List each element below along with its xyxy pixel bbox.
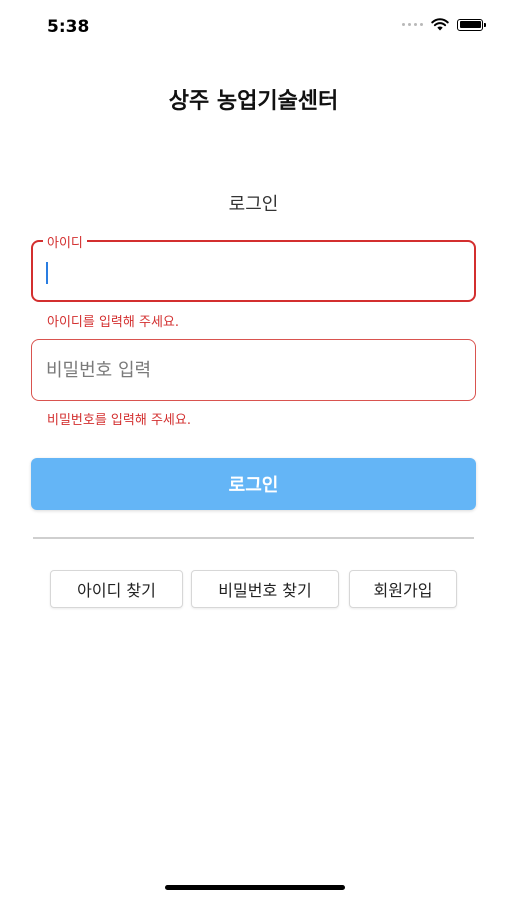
battery-icon <box>457 18 486 31</box>
find-password-button[interactable]: 비밀번호 찾기 <box>191 570 339 608</box>
find-id-button[interactable]: 아이디 찾기 <box>50 570 183 608</box>
app-title: 상주 농업기술센터 <box>168 89 339 114</box>
divider <box>33 537 474 539</box>
status-time: 5:38 <box>47 17 90 37</box>
signal-dots-icon <box>402 23 423 26</box>
status-icons <box>402 18 486 31</box>
text-cursor <box>46 262 48 284</box>
id-error-message: 아이디를 입력해 주세요. <box>47 315 179 330</box>
password-error-message: 비밀번호를 입력해 주세요. <box>47 413 191 428</box>
password-input[interactable] <box>32 340 475 400</box>
wifi-icon <box>431 18 449 31</box>
password-field[interactable] <box>31 339 476 401</box>
id-field[interactable]: 아이디 <box>31 232 476 302</box>
status-bar: 5:38 <box>0 0 507 50</box>
signup-button[interactable]: 회원가입 <box>349 570 457 608</box>
home-indicator[interactable] <box>165 885 345 890</box>
login-section-title: 로그인 <box>228 194 279 215</box>
login-button[interactable]: 로그인 <box>31 458 476 510</box>
id-input[interactable] <box>33 242 474 300</box>
